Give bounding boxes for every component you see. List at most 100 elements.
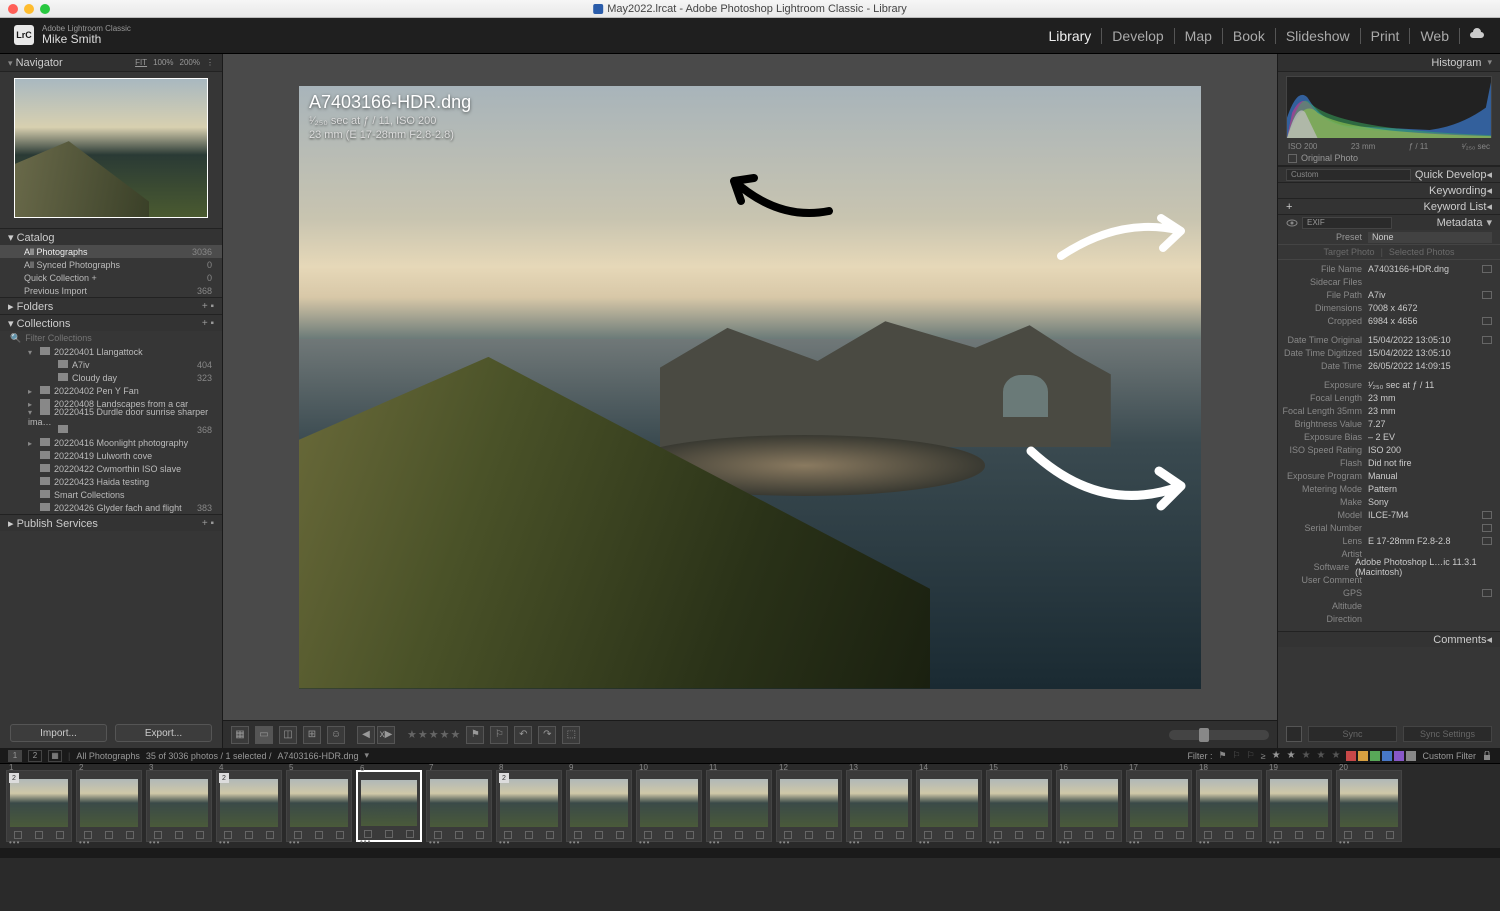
filmstrip-thumb[interactable]: 82••• xyxy=(496,770,562,842)
filmstrip[interactable]: 12•••2•••3•••42•••5•••6•••7•••82•••9•••1… xyxy=(0,763,1500,848)
filmstrip-thumb[interactable]: 3••• xyxy=(146,770,212,842)
rotate-cw-icon[interactable]: ↷ xyxy=(538,726,556,744)
module-map[interactable]: Map xyxy=(1175,28,1223,44)
collection-item[interactable]: 20220419 Lulworth cove xyxy=(0,449,222,462)
filmstrip-thumb[interactable]: 10••• xyxy=(636,770,702,842)
current-filename[interactable]: A7403166-HDR.dng xyxy=(277,751,358,761)
collection-item[interactable]: ▸20220416 Moonlight photography xyxy=(0,436,222,449)
comments-header[interactable]: Comments◂ xyxy=(1278,631,1500,647)
source-label[interactable]: All Photographs xyxy=(76,751,140,761)
add-publish-icon[interactable]: + ▪ xyxy=(202,518,214,529)
goto-icon[interactable] xyxy=(1482,589,1492,597)
filmstrip-thumb[interactable]: 14••• xyxy=(916,770,982,842)
navigator-header[interactable]: ▾ Navigator FIT 100% 200% ⋮ xyxy=(0,54,222,72)
catalog-item[interactable]: All Photographs3036 xyxy=(0,245,222,258)
catalog-item[interactable]: All Synced Photographs0 xyxy=(0,258,222,271)
maximize-icon[interactable] xyxy=(40,4,50,14)
color-label-chip[interactable] xyxy=(1370,751,1380,761)
goto-icon[interactable] xyxy=(1482,511,1492,519)
collection-item[interactable]: Cloudy day323 xyxy=(0,371,222,384)
filter-lock-icon[interactable] xyxy=(1482,751,1492,761)
module-develop[interactable]: Develop xyxy=(1102,28,1174,44)
module-book[interactable]: Book xyxy=(1223,28,1276,44)
grid-toggle-icon[interactable]: ▦ xyxy=(48,750,62,762)
navigator-preview[interactable] xyxy=(14,78,208,218)
metadata-header[interactable]: EXIF Metadata▾ xyxy=(1278,214,1500,230)
goto-icon[interactable] xyxy=(1482,291,1492,299)
cloud-sync-icon[interactable] xyxy=(1460,28,1486,43)
collections-header[interactable]: ▾ Collections+ ▪ xyxy=(0,315,222,331)
flag-pick-icon[interactable]: ⚑ xyxy=(466,726,484,744)
filmstrip-thumb[interactable]: 13••• xyxy=(846,770,912,842)
sync-toggle-icon[interactable] xyxy=(1286,726,1302,742)
next-photo-icon[interactable]: x▶ xyxy=(377,726,395,744)
main-window-icon[interactable]: 1 xyxy=(8,750,22,762)
minimize-icon[interactable] xyxy=(24,4,34,14)
collection-item[interactable]: ▸20220402 Pen Y Fan xyxy=(0,384,222,397)
metadata-preset-select[interactable]: None xyxy=(1368,232,1492,243)
filmstrip-thumb[interactable]: 6••• xyxy=(356,770,422,842)
filter-flag-reject-icon[interactable]: ⚐ xyxy=(1247,750,1255,761)
rotate-ccw-icon[interactable]: ↶ xyxy=(514,726,532,744)
sync-select-icon[interactable]: ⬚ xyxy=(562,726,580,744)
navigator-zoom[interactable]: FIT 100% 200% ⋮ xyxy=(135,58,214,67)
sync-settings-button[interactable]: Sync Settings xyxy=(1403,726,1492,742)
collection-item[interactable]: 20220426 Glyder fach and flight383 xyxy=(0,501,222,514)
catalog-item[interactable]: Previous Import368 xyxy=(0,284,222,297)
histogram[interactable] xyxy=(1286,76,1492,138)
grid-view-icon[interactable]: ▦ xyxy=(231,726,249,744)
module-print[interactable]: Print xyxy=(1361,28,1411,44)
color-label-chip[interactable] xyxy=(1358,751,1368,761)
close-icon[interactable] xyxy=(8,4,18,14)
thumbnail-size-slider[interactable] xyxy=(1169,730,1269,740)
collections-filter-input[interactable] xyxy=(25,333,212,343)
goto-icon[interactable] xyxy=(1482,537,1492,545)
filmstrip-thumb[interactable]: 42••• xyxy=(216,770,282,842)
collection-item[interactable]: A7iv404 xyxy=(0,358,222,371)
filmstrip-thumb[interactable]: 9••• xyxy=(566,770,632,842)
traffic-lights[interactable] xyxy=(8,4,50,14)
filmstrip-thumb[interactable]: 7••• xyxy=(426,770,492,842)
catalog-header[interactable]: ▾ Catalog xyxy=(0,229,222,245)
module-web[interactable]: Web xyxy=(1410,28,1460,44)
module-library[interactable]: Library xyxy=(1039,28,1103,44)
folders-header[interactable]: ▸ Folders+ ▪ xyxy=(0,298,222,314)
collection-item[interactable]: 20220423 Haida testing xyxy=(0,475,222,488)
filmstrip-thumb[interactable]: 5••• xyxy=(286,770,352,842)
keyword-list-header[interactable]: +Keyword List◂ xyxy=(1278,198,1500,214)
survey-view-icon[interactable]: ⊞ xyxy=(303,726,321,744)
prev-photo-icon[interactable]: ◀ xyxy=(357,726,375,744)
quick-develop-header[interactable]: Custom Quick Develop◂ xyxy=(1278,166,1500,182)
loupe-view-icon[interactable]: ▭ xyxy=(255,726,273,744)
collection-item[interactable]: ▾20220415 Durdle door sunrise sharper im… xyxy=(0,410,222,423)
filmstrip-thumb[interactable]: 19••• xyxy=(1266,770,1332,842)
second-window-icon[interactable]: 2 xyxy=(28,750,42,762)
filmstrip-thumb[interactable]: 11••• xyxy=(706,770,772,842)
filter-star-icon[interactable]: ★ xyxy=(1272,750,1281,761)
flag-reject-icon[interactable]: ⚐ xyxy=(490,726,508,744)
filter-flag-unflagged-icon[interactable]: ⚐ xyxy=(1233,750,1241,761)
color-label-chip[interactable] xyxy=(1346,751,1356,761)
filmstrip-thumb[interactable]: 17••• xyxy=(1126,770,1192,842)
filmstrip-thumb[interactable]: 12••• xyxy=(6,770,72,842)
quick-develop-select[interactable]: Custom xyxy=(1286,169,1411,181)
color-label-chip[interactable] xyxy=(1382,751,1392,761)
filter-rating-gte-icon[interactable]: ≥ xyxy=(1261,751,1266,761)
filmstrip-thumb[interactable]: 20••• xyxy=(1336,770,1402,842)
histogram-header[interactable]: Histogram▾ xyxy=(1278,54,1500,72)
original-photo-checkbox[interactable]: Original Photo xyxy=(1278,151,1500,166)
custom-filter-select[interactable]: Custom Filter xyxy=(1422,751,1476,761)
goto-icon[interactable] xyxy=(1482,336,1492,344)
export-button[interactable]: Export... xyxy=(115,724,212,742)
filmstrip-thumb[interactable]: 18••• xyxy=(1196,770,1262,842)
add-collection-icon[interactable]: + ▪ xyxy=(202,318,214,329)
add-folder-icon[interactable]: + ▪ xyxy=(202,301,214,312)
filmstrip-thumb[interactable]: 2••• xyxy=(76,770,142,842)
filmstrip-thumb[interactable]: 16••• xyxy=(1056,770,1122,842)
loupe-view[interactable]: A7403166-HDR.dng ¹⁄₂₅₀ sec at ƒ / 11, IS… xyxy=(223,54,1277,720)
goto-icon[interactable] xyxy=(1482,524,1492,532)
metadata-target-toggle[interactable]: Target Photo|Selected Photos xyxy=(1278,244,1500,260)
import-button[interactable]: Import... xyxy=(10,724,107,742)
filmstrip-thumb[interactable]: 12••• xyxy=(776,770,842,842)
filmstrip-thumb[interactable]: 15••• xyxy=(986,770,1052,842)
